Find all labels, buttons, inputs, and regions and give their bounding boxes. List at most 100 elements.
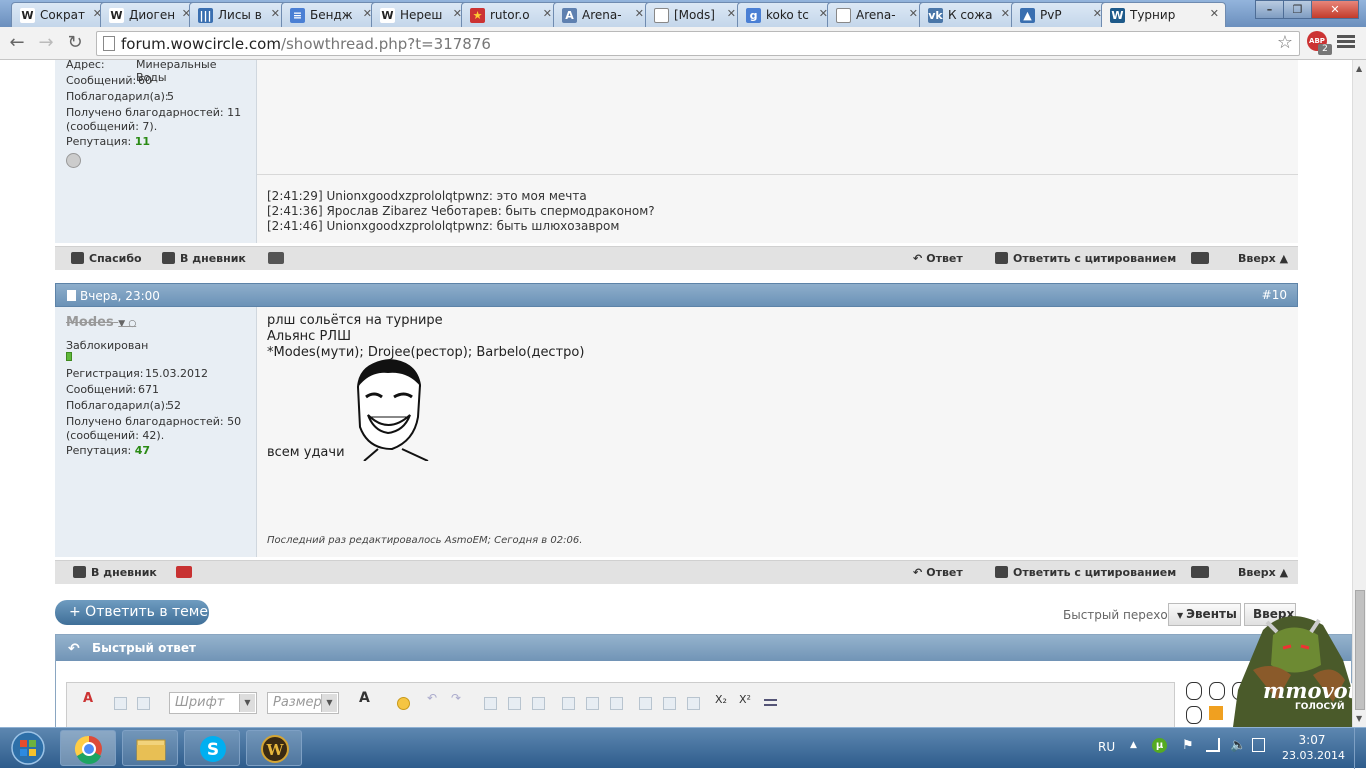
multiquote-icon[interactable]: [1191, 252, 1214, 265]
quick-jump-select[interactable]: ▼ Эвенты: [1168, 603, 1241, 626]
font-color-icon[interactable]: A: [359, 690, 372, 706]
skype-taskbar-icon[interactable]: S: [184, 730, 240, 766]
cut-icon[interactable]: [114, 697, 127, 710]
meme-smiley-icon[interactable]: [1186, 682, 1202, 700]
url-text[interactable]: forum.wowcircle.com/showthread.php?t=317…: [121, 35, 491, 53]
action-center-icon[interactable]: ⚑: [1182, 738, 1194, 753]
horizontal-rule-icon[interactable]: [764, 699, 777, 706]
thanks-button[interactable]: Спасибо: [71, 252, 142, 265]
scroll-top-button[interactable]: Вверх ▲: [1238, 566, 1288, 579]
tab-label: Диоген: [129, 8, 175, 22]
language-indicator[interactable]: RU: [1098, 740, 1115, 754]
browser-tab[interactable]: vk К сожа ✕: [919, 2, 1017, 27]
row-insert-icon[interactable]: [562, 697, 575, 710]
tab-close-icon[interactable]: ✕: [1210, 7, 1219, 20]
col-delete-icon[interactable]: [687, 697, 700, 710]
browser-tab[interactable]: W Нереш ✕: [371, 2, 469, 27]
reply-to-thread-button[interactable]: + Ответить в теме: [55, 600, 209, 625]
browser-tab[interactable]: [Mods] ✕: [645, 2, 743, 27]
chrome-menu-icon[interactable]: [1337, 33, 1355, 51]
size-select[interactable]: Размер ▼: [267, 692, 339, 714]
undo-icon[interactable]: ↶: [427, 691, 440, 705]
scroll-top-button[interactable]: Вверх ▲: [1238, 252, 1288, 265]
clock-time[interactable]: 3:07: [1286, 733, 1338, 747]
wow-taskbar-icon[interactable]: W: [246, 730, 302, 766]
show-hidden-icons[interactable]: ▲: [1130, 740, 1137, 750]
tab-favicon-icon: ≡: [290, 8, 305, 23]
reload-button[interactable]: ↻: [64, 32, 86, 54]
browser-tab[interactable]: Arena- ✕: [827, 2, 925, 27]
table-delete-icon[interactable]: [532, 697, 545, 710]
thanks-hands-icon[interactable]: [268, 252, 289, 265]
subscript-icon[interactable]: X₂: [715, 693, 728, 706]
maximize-window-button[interactable]: ❐: [1283, 0, 1312, 19]
volume-icon[interactable]: 🔈: [1230, 738, 1246, 753]
forward-button[interactable]: →: [35, 32, 57, 54]
flag-tray-icon[interactable]: [1252, 738, 1265, 752]
quick-reply-header[interactable]: ↶ Быстрый ответ: [56, 635, 1351, 661]
smiley-icon[interactable]: [397, 697, 410, 710]
redo-icon[interactable]: ↷: [451, 691, 464, 705]
minimize-window-button[interactable]: –: [1255, 0, 1284, 19]
row-delete-icon[interactable]: [610, 697, 623, 710]
edited-note: Последний раз редактировалось AsmoEM; Се…: [267, 535, 583, 546]
font-select[interactable]: Шрифт ▼: [169, 692, 257, 714]
browser-tab[interactable]: ▲ PvP ✕: [1011, 2, 1109, 27]
post-number-link[interactable]: #10: [1262, 288, 1287, 302]
quote-reply-button[interactable]: Ответить с цитированием: [995, 566, 1176, 579]
multiquote-icon[interactable]: [1191, 566, 1214, 579]
page-scrollbar[interactable]: ▲ ▼: [1352, 60, 1366, 727]
browser-tab[interactable]: W Турнир ✕: [1101, 2, 1226, 28]
meme-smiley-icon[interactable]: [1209, 682, 1225, 700]
tab-label: koko tc: [766, 8, 809, 22]
tab-label: Arena-: [582, 8, 622, 22]
browser-tab[interactable]: ≡ Бендж ✕: [281, 2, 379, 27]
browser-tab[interactable]: g koko tc ✕: [737, 2, 835, 27]
start-button[interactable]: [5, 730, 51, 766]
diary-button[interactable]: В дневник: [162, 252, 246, 265]
show-desktop-button[interactable]: [1354, 728, 1366, 769]
warning-smiley-icon[interactable]: [1209, 706, 1223, 720]
tab-close-icon[interactable]: ✕: [727, 7, 736, 20]
browser-tab[interactable]: ||| Лисы в ✕: [189, 2, 287, 27]
browser-tab[interactable]: W Диоген ✕: [100, 2, 198, 27]
utorrent-tray-icon[interactable]: µ: [1152, 738, 1167, 753]
col-after-icon[interactable]: [663, 697, 676, 710]
browser-tab[interactable]: W Сократ ✕: [11, 2, 109, 27]
table-insert-icon[interactable]: [508, 697, 521, 710]
superscript-icon[interactable]: X²: [739, 693, 752, 706]
tab-close-icon[interactable]: ✕: [271, 7, 280, 20]
browser-tab[interactable]: A Arena- ✕: [553, 2, 651, 27]
reputation-bar: [66, 352, 72, 361]
chrome-taskbar-icon[interactable]: [60, 730, 116, 766]
bookmark-star-icon[interactable]: ☆: [1277, 32, 1293, 53]
reply-button[interactable]: ↶ Ответ: [913, 566, 963, 579]
tab-favicon-icon: vk: [928, 8, 943, 23]
browser-tab[interactable]: ★ rutor.o ✕: [461, 2, 559, 27]
col-insert-icon[interactable]: [639, 697, 652, 710]
table-icon[interactable]: [484, 697, 497, 710]
diary-button[interactable]: В дневник: [73, 566, 157, 579]
network-icon[interactable]: [1206, 738, 1220, 752]
quote-reply-button[interactable]: Ответить с цитированием: [995, 252, 1176, 265]
mmovote-banner[interactable]: mmovote ГОЛОСУЙ: [1233, 610, 1352, 727]
remove-format-icon[interactable]: A: [83, 691, 96, 706]
meme-smiley-icon[interactable]: [1186, 706, 1202, 724]
explorer-taskbar-icon[interactable]: [122, 730, 178, 766]
thanks-hands-icon[interactable]: [176, 566, 197, 579]
tab-close-icon[interactable]: ✕: [909, 7, 918, 20]
tab-close-icon[interactable]: ✕: [543, 7, 552, 20]
reply-button[interactable]: ↶ Ответ: [913, 252, 963, 265]
username-link[interactable]: Modes ▼ ○: [66, 315, 136, 330]
post-line-2: Альянс РЛШ: [267, 329, 351, 344]
paste-icon[interactable]: [137, 697, 150, 710]
clock-date[interactable]: 23.03.2014: [1282, 749, 1345, 762]
back-button[interactable]: ←: [6, 32, 28, 54]
tab-label: Бендж: [310, 8, 353, 22]
address-bar[interactable]: forum.wowcircle.com/showthread.php?t=317…: [96, 31, 1300, 56]
tab-close-icon[interactable]: ✕: [635, 7, 644, 20]
post9-messages: Сообщений: 60: [66, 74, 152, 87]
tab-close-icon[interactable]: ✕: [1001, 7, 1010, 20]
close-window-button[interactable]: ✕: [1311, 0, 1359, 19]
row-after-icon[interactable]: [586, 697, 599, 710]
